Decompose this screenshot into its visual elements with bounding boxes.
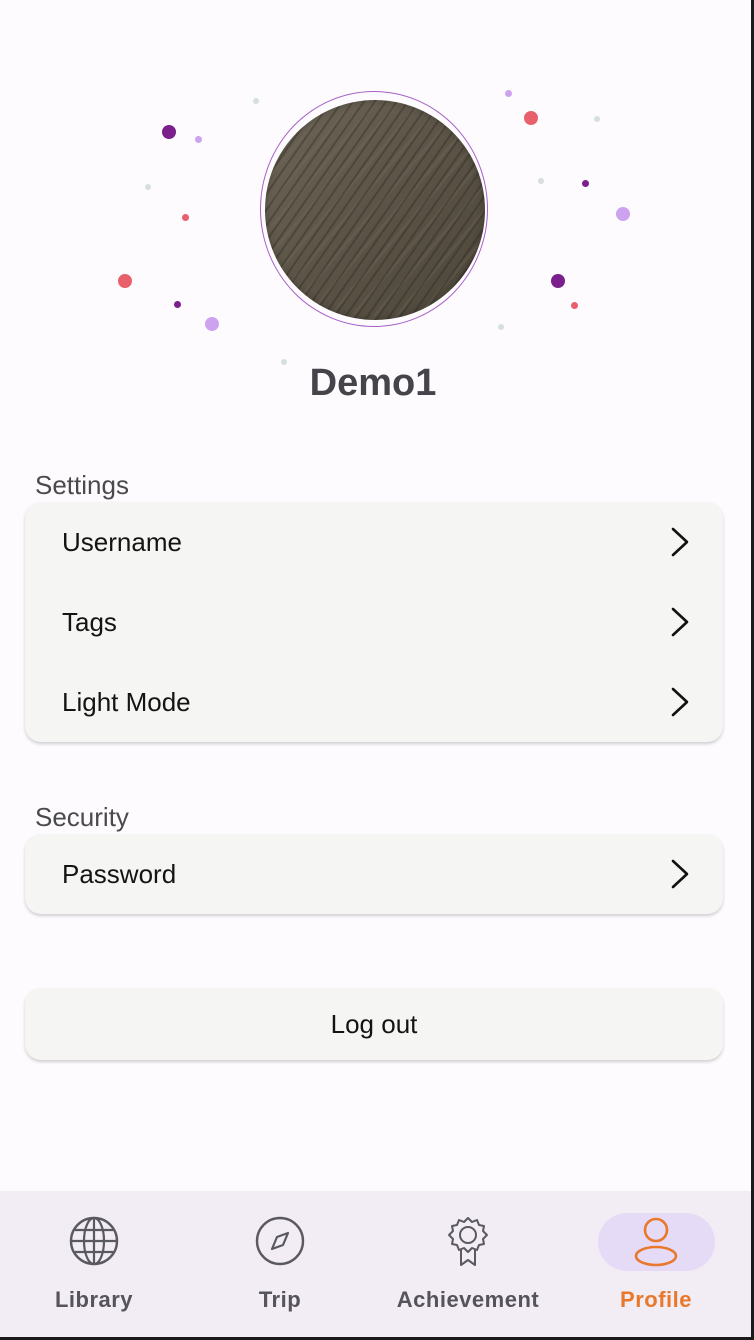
security-section-title: Security <box>35 802 129 832</box>
settings-card: Username Tags Light Mode <box>25 502 723 742</box>
nav-label: Trip <box>258 1287 302 1312</box>
confetti-dot <box>182 214 189 221</box>
confetti-dot <box>538 178 544 184</box>
chevron-right-icon <box>671 859 689 889</box>
settings-item-username[interactable]: Username <box>25 502 723 582</box>
confetti-dot <box>551 274 565 288</box>
confetti-dot <box>253 98 259 104</box>
confetti-dot <box>498 324 504 330</box>
chevron-right-icon <box>671 687 689 717</box>
globe-icon <box>69 1216 119 1266</box>
settings-item-label: Tags <box>62 606 117 637</box>
nav-label: Library <box>54 1287 134 1312</box>
logout-label: Log out <box>330 1008 418 1039</box>
profile-username: Demo1 <box>309 362 437 404</box>
confetti-dot <box>594 116 600 122</box>
confetti-dot <box>174 301 181 308</box>
confetti-dot <box>571 302 578 309</box>
nav-item-profile[interactable]: Profile <box>562 1191 750 1337</box>
nav-item-trip[interactable]: Trip <box>186 1191 374 1337</box>
chevron-right-icon <box>671 607 689 637</box>
confetti-dot <box>616 207 630 221</box>
settings-item-tags[interactable]: Tags <box>25 582 723 662</box>
settings-item-light-mode[interactable]: Light Mode <box>25 662 723 742</box>
nav-label: Profile <box>620 1287 692 1312</box>
confetti-dot <box>145 184 151 190</box>
avatar[interactable] <box>265 100 485 320</box>
security-item-password[interactable]: Password <box>25 834 723 914</box>
compass-icon <box>255 1216 305 1266</box>
settings-item-label: Light Mode <box>62 686 191 717</box>
nav-item-achievement[interactable]: Achievement <box>374 1191 562 1337</box>
confetti-dot <box>582 180 589 187</box>
person-icon <box>634 1217 678 1267</box>
nav-label: Achievement <box>396 1287 540 1312</box>
security-card: Password <box>25 834 723 914</box>
chevron-right-icon <box>671 527 689 557</box>
confetti-dot <box>118 274 132 288</box>
settings-item-label: Username <box>62 526 182 557</box>
confetti-dot <box>505 90 512 97</box>
confetti-dot <box>162 125 176 139</box>
security-item-label: Password <box>62 858 177 889</box>
nav-item-library[interactable]: Library <box>0 1191 188 1337</box>
confetti-dot <box>205 317 219 331</box>
confetti-dot <box>524 111 538 125</box>
logout-button[interactable]: Log out <box>25 988 723 1060</box>
settings-section-title: Settings <box>35 470 129 500</box>
confetti-dot <box>195 136 202 143</box>
badge-icon <box>448 1217 488 1266</box>
profile-header: Demo1 <box>0 0 754 420</box>
